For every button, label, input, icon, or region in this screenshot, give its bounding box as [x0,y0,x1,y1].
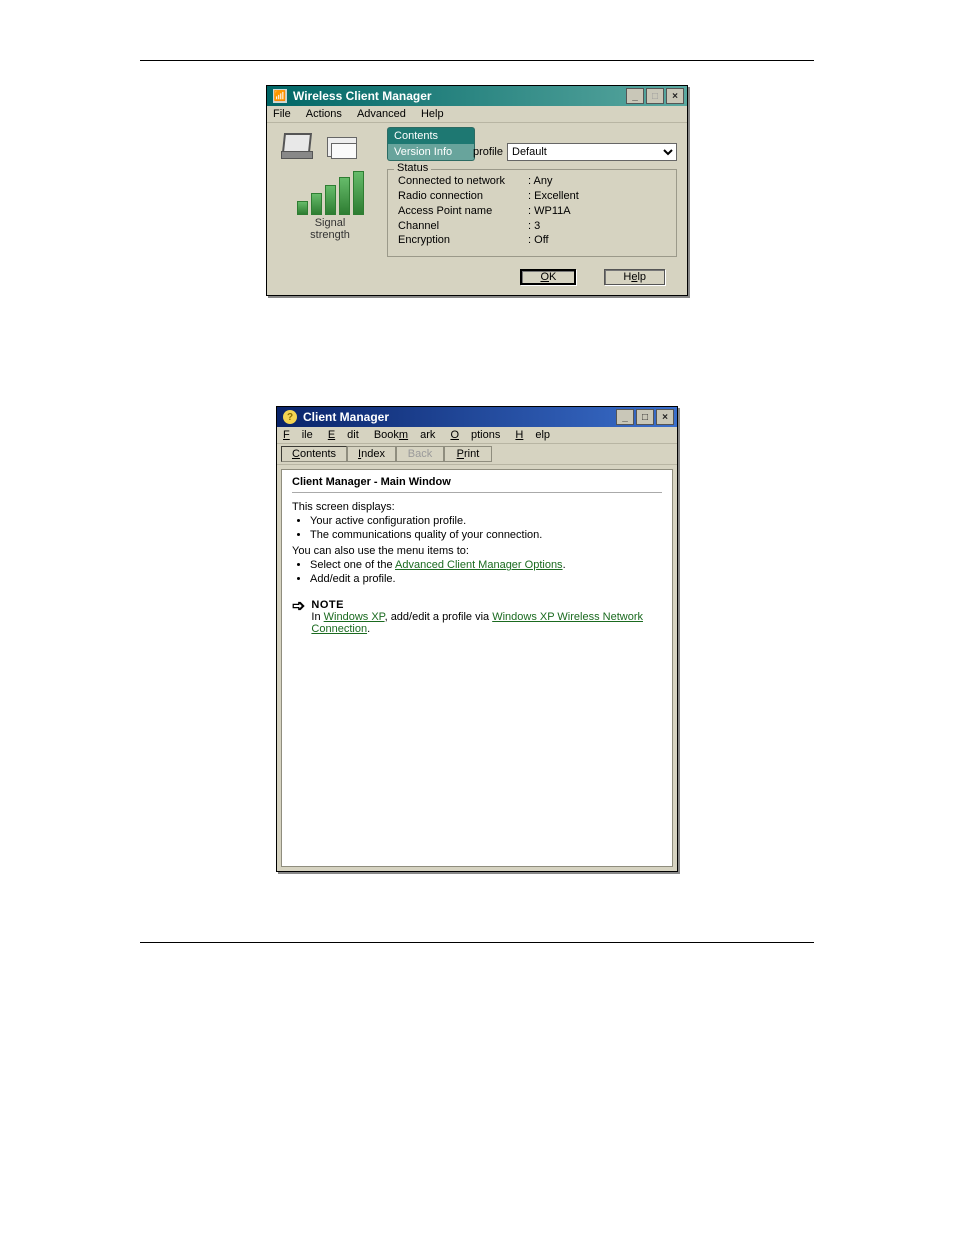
left-pane: Signal strength [277,127,383,257]
bottom-rule [140,942,814,943]
menu-options[interactable]: Options [450,429,500,441]
status-value-ap: : WP11A [528,204,618,219]
help-topic-heading: Client Manager - Main Window [292,476,662,488]
menu-file[interactable]: File [283,429,313,441]
menu-help[interactable]: Help [515,429,550,441]
toolbar-back-button: Back [396,446,444,462]
help-content-pane: Client Manager - Main Window This screen… [281,469,673,867]
note-arrow-icon: ➩ [292,599,305,615]
list-item: Add/edit a profile. [310,573,662,585]
wireless-client-manager-window: 📶 Wireless Client Manager _ □ × File Act… [266,85,688,296]
list-item: Your active configuration profile. [310,515,662,527]
status-value-radio: : Excellent [528,189,618,204]
signal-bars-icon [277,173,383,215]
status-legend: Status [394,162,431,174]
right-pane: Contents Version Info profile Default St… [383,127,677,257]
menu-edit[interactable]: Edit [328,429,359,441]
profile-select[interactable]: Default [507,143,677,161]
menu-advanced[interactable]: Advanced [357,108,406,120]
menu-bookmark[interactable]: Bookmark [374,429,436,441]
status-groupbox: Status Connected to network : Any Radio … [387,169,677,257]
menu-file[interactable]: File [273,108,291,120]
status-label-ap: Access Point name [398,204,528,219]
menu-actions[interactable]: Actions [306,108,342,120]
menu-help[interactable]: Help [421,108,444,120]
note-text: In Windows XP, add/edit a profile via Wi… [311,611,662,635]
titlebar: ? Client Manager _ □ × [277,407,677,427]
help-button[interactable]: Help [604,269,665,285]
list-item: Select one of the Advanced Client Manage… [310,559,662,571]
status-label-network: Connected to network [398,174,528,189]
status-label-radio: Radio connection [398,189,528,204]
status-label-channel: Channel [398,219,528,234]
app-icon: 📶 [273,89,287,103]
toolbar-print-button[interactable]: Print [444,446,492,462]
divider [292,492,662,493]
status-value-channel: : 3 [528,219,618,234]
menu-bar: File Edit Bookmark Options Help [277,427,677,444]
menu-bar: File Actions Advanced Help [267,106,687,123]
laptop-icon [281,133,313,159]
window-title: Client Manager [303,410,389,424]
ok-button[interactable]: OK [520,269,576,285]
help-intro-text: This screen displays: [292,501,662,513]
signal-label-1: Signal [315,217,346,229]
tab-version-info[interactable]: Version Info [387,144,475,161]
help-intro2-text: You can also use the menu items to: [292,545,662,557]
minimize-button[interactable]: _ [626,88,644,104]
minimize-button[interactable]: _ [616,409,634,425]
signal-strength-indicator: Signal strength [277,173,383,241]
signal-label-2: strength [310,229,350,241]
status-label-encryption: Encryption [398,233,528,248]
window-title: Wireless Client Manager [293,89,432,103]
maximize-button[interactable]: □ [636,409,654,425]
client-manager-help-window: ? Client Manager _ □ × File Edit Bookmar… [276,406,678,872]
help-app-icon: ? [283,410,297,424]
status-value-encryption: : Off [528,233,618,248]
top-rule [140,60,814,61]
maximize-button: □ [646,88,664,104]
help-toolbar: Contents Index Back Print [277,444,677,465]
profile-label: profile [473,146,503,158]
tab-contents[interactable]: Contents [387,127,475,144]
note-title: NOTE [311,599,662,611]
toolbar-contents-button[interactable]: Contents [281,446,347,462]
close-button[interactable]: × [666,88,684,104]
note-block: ➩ NOTE In Windows XP, add/edit a profile… [292,599,662,635]
list-item: The communications quality of your conne… [310,529,662,541]
status-value-network: : Any [528,174,618,189]
toolbar-index-button[interactable]: Index [347,446,396,462]
titlebar: 📶 Wireless Client Manager _ □ × [267,86,687,106]
close-button[interactable]: × [656,409,674,425]
windows-xp-link[interactable]: Windows XP [324,611,385,623]
advanced-options-link[interactable]: Advanced Client Manager Options [395,559,563,571]
folder-icon [327,135,355,157]
